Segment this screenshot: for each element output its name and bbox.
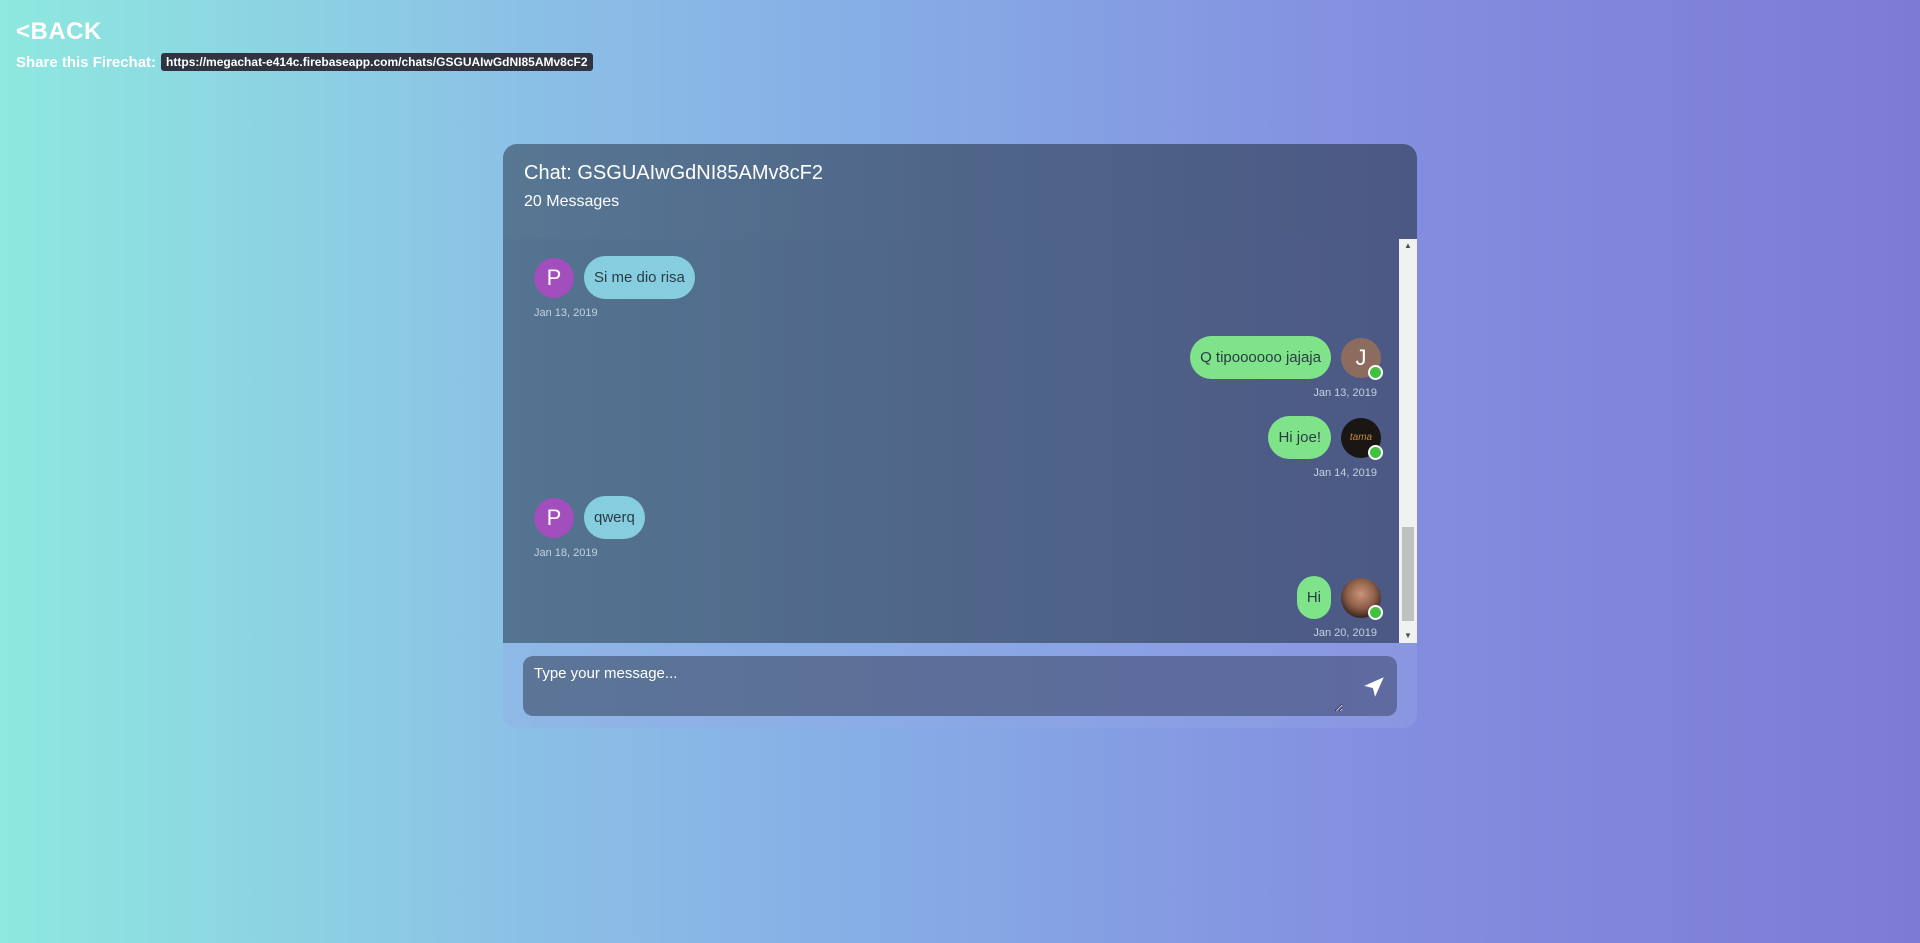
message-date: Jan 13, 2019 <box>1313 387 1377 399</box>
scrollbar-thumb[interactable] <box>1402 527 1414 621</box>
message-item: P Si me dio risa Jan 13, 2019 <box>503 256 1399 319</box>
avatar[interactable]: P <box>534 257 574 298</box>
scrollbar[interactable]: ▲ ▼ <box>1399 239 1417 643</box>
message-input[interactable] <box>523 656 1343 712</box>
avatar-photo[interactable] <box>1341 577 1383 620</box>
avatar-letter: J <box>1355 344 1367 370</box>
avatar[interactable]: J <box>1341 337 1383 380</box>
message-composer <box>523 656 1397 716</box>
send-icon[interactable] <box>1361 674 1387 700</box>
share-row: Share this Firechat: https://megachat-e4… <box>16 53 593 71</box>
message-bubble: Hi joe! <box>1268 416 1331 459</box>
chat-header: Chat: GSGUAIwGdNI85AMv8cF2 20 Messages <box>503 144 1417 239</box>
message-bubble: Q tipoooooo jajaja <box>1190 336 1331 379</box>
share-url[interactable]: https://megachat-e414c.firebaseapp.com/c… <box>161 53 593 71</box>
message-list[interactable]: P Si me dio risa Jan 13, 2019 Q tipooooo… <box>503 239 1417 643</box>
share-label: Share this Firechat: <box>16 53 157 71</box>
message-bubble: Si me dio risa <box>584 256 695 299</box>
arrow-down-icon[interactable]: ▼ <box>1399 629 1417 643</box>
message-count: 20 Messages <box>524 193 620 210</box>
chat-panel: Chat: GSGUAIwGdNI85AMv8cF2 20 Messages P… <box>503 144 1417 728</box>
back-link[interactable]: <BACK <box>16 18 102 46</box>
message-date: Jan 14, 2019 <box>1313 467 1377 479</box>
chat-title: Chat: GSGUAIwGdNI85AMv8cF2 <box>524 162 823 184</box>
avatar-letter: P <box>546 264 562 290</box>
online-status-dot <box>1368 444 1383 460</box>
arrow-up-icon[interactable]: ▲ <box>1399 239 1417 253</box>
avatar-letter: P <box>546 504 562 530</box>
avatar[interactable]: tama <box>1341 417 1383 460</box>
message-item: Hi Jan 20, 2019 <box>503 576 1399 639</box>
message-bubble: Hi <box>1296 576 1331 619</box>
avatar-logo-text: tama <box>1349 432 1373 443</box>
online-status-dot <box>1368 604 1383 620</box>
online-status-dot <box>1368 364 1383 380</box>
message-item: P qwerq Jan 18, 2019 <box>503 496 1399 559</box>
messages-viewport: P Si me dio risa Jan 13, 2019 Q tipooooo… <box>503 239 1399 643</box>
message-item: Hi joe! tama Jan 14, 2019 <box>503 416 1399 479</box>
avatar[interactable]: P <box>534 497 574 538</box>
message-date: Jan 13, 2019 <box>534 307 598 319</box>
message-item: Q tipoooooo jajaja J Jan 13, 2019 <box>503 336 1399 399</box>
message-date: Jan 20, 2019 <box>1313 627 1377 639</box>
message-bubble: qwerq <box>584 496 645 539</box>
message-date: Jan 18, 2019 <box>534 547 598 559</box>
